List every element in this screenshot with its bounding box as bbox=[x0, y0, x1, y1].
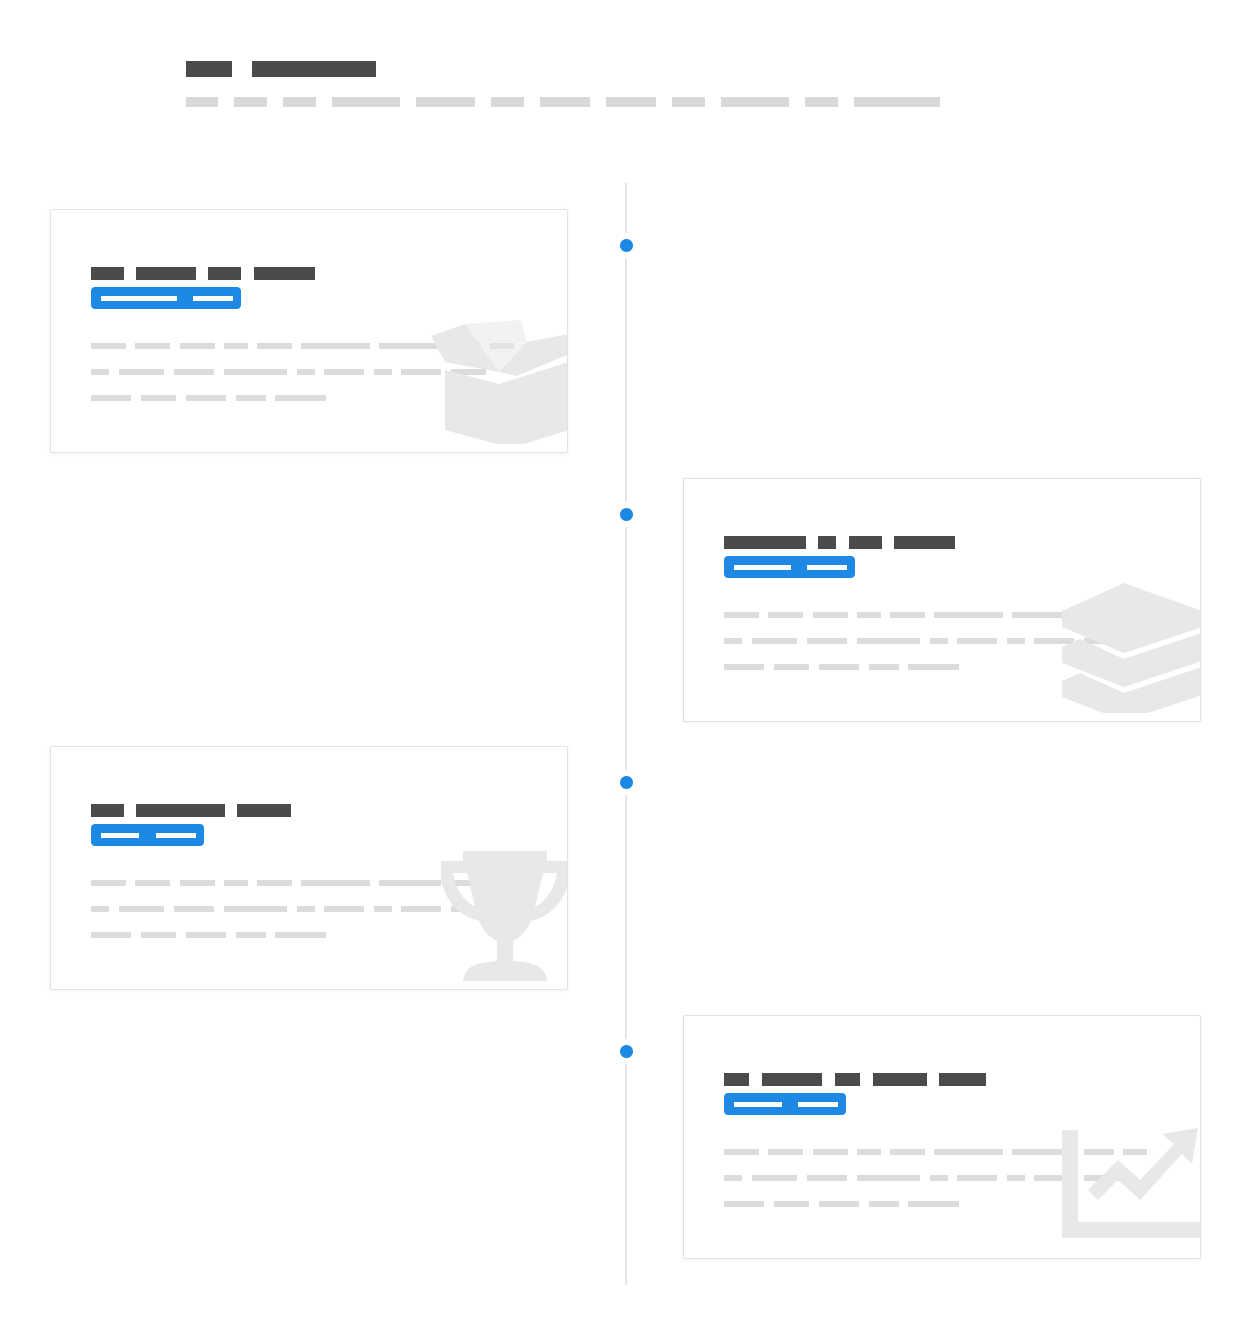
timeline-card bbox=[683, 1015, 1201, 1259]
card-tag-badge bbox=[724, 1093, 846, 1115]
card-tag-badge bbox=[91, 287, 241, 309]
timeline-line bbox=[625, 183, 627, 1285]
card-tag-badge bbox=[91, 824, 204, 846]
layers-icon bbox=[1062, 583, 1200, 713]
timeline-page bbox=[0, 0, 1250, 1325]
open-box-icon bbox=[429, 314, 567, 444]
timeline-marker bbox=[620, 1045, 633, 1058]
timeline-card bbox=[50, 209, 568, 453]
timeline-marker bbox=[620, 239, 633, 252]
timeline-marker bbox=[620, 508, 633, 521]
timeline-card bbox=[683, 478, 1201, 722]
timeline-marker bbox=[620, 776, 633, 789]
card-tag-badge bbox=[724, 556, 855, 578]
trophy-icon bbox=[429, 851, 567, 981]
line-chart-icon bbox=[1062, 1120, 1200, 1250]
timeline-card bbox=[50, 746, 568, 990]
